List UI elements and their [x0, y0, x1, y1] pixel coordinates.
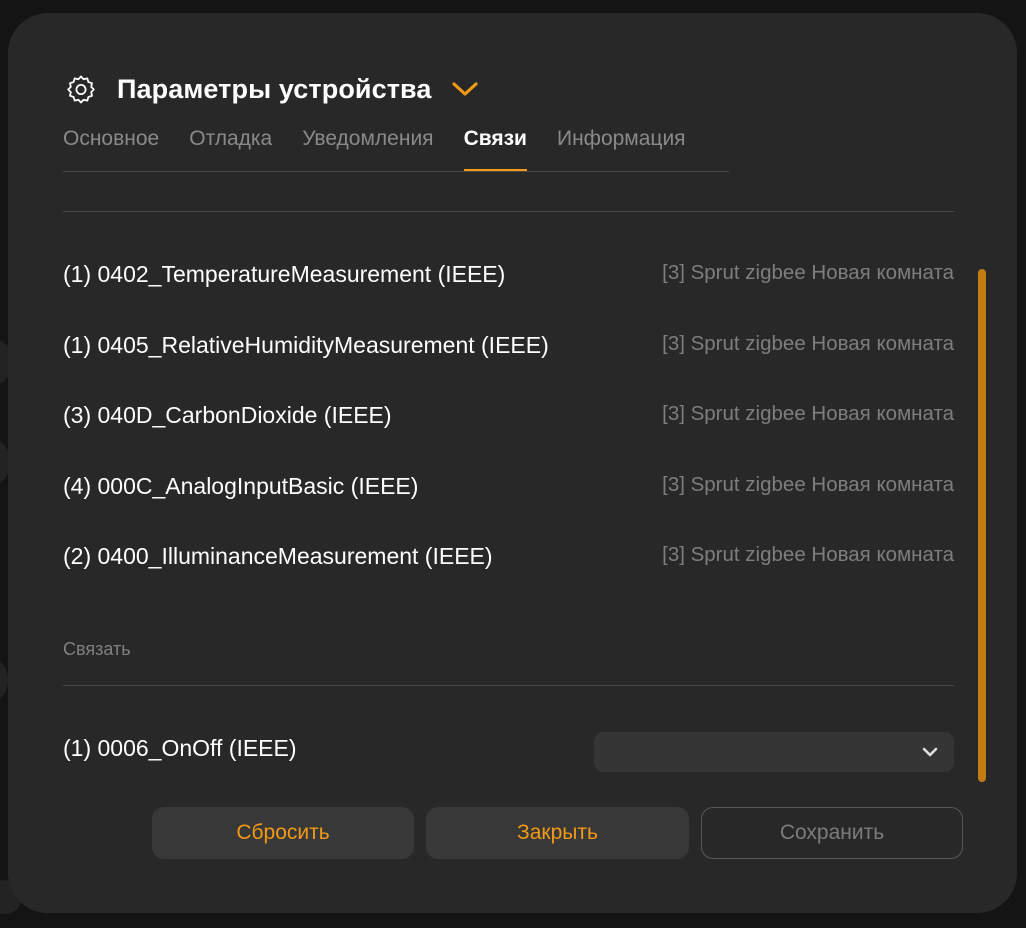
- dialog-header: Параметры устройства: [64, 71, 480, 107]
- bind-section-label: Связать: [63, 639, 131, 659]
- save-button[interactable]: Сохранить: [701, 807, 963, 859]
- list-item: (1) 0402_TemperatureMeasurement (IEEE) […: [63, 253, 954, 324]
- tab-links[interactable]: Связи: [463, 123, 528, 171]
- reset-button[interactable]: Сбросить: [152, 807, 414, 859]
- list-item: (2) 0400_IlluminanceMeasurement (IEEE) […: [63, 535, 954, 606]
- tab-bar: Основное Отладка Уведомления Связи Инфор…: [63, 123, 729, 172]
- link-target: [3] Sprut zigbee Новая комната: [662, 543, 954, 566]
- bind-target-select[interactable]: [594, 732, 954, 772]
- link-target: [3] Sprut zigbee Новая комната: [662, 331, 954, 355]
- tab-main[interactable]: Основное: [63, 123, 159, 170]
- dialog-title: Параметры устройства: [117, 73, 432, 104]
- link-name: (4) 000C_AnalogInputBasic (IEEE): [63, 472, 419, 499]
- link-target: [3] Sprut zigbee Новая комната: [662, 472, 954, 496]
- device-settings-dialog: Параметры устройства Основное Отладка Ув…: [8, 13, 1017, 913]
- bind-cluster-name: (1) 0006_OnOff (IEEE): [63, 735, 297, 761]
- divider: [63, 211, 954, 212]
- link-name: (1) 0405_RelativeHumidityMeasurement (IE…: [63, 331, 549, 358]
- tab-notifications[interactable]: Уведомления: [302, 123, 433, 170]
- chevron-down-icon: [920, 742, 940, 762]
- link-name: (1) 0402_TemperatureMeasurement (IEEE): [63, 261, 506, 287]
- scrollbar[interactable]: [978, 269, 986, 782]
- backdrop-shape: [0, 660, 8, 700]
- list-item: (3) 040D_CarbonDioxide (IEEE) [3] Sprut …: [63, 394, 954, 465]
- tab-info[interactable]: Информация: [557, 123, 686, 170]
- gear-icon: [64, 72, 98, 106]
- link-target: [3] Sprut zigbee Новая комната: [662, 261, 954, 284]
- list-item: (1) 0405_RelativeHumidityMeasurement (IE…: [63, 324, 954, 395]
- tab-debug[interactable]: Отладка: [189, 123, 272, 170]
- links-list: (1) 0402_TemperatureMeasurement (IEEE) […: [63, 253, 954, 606]
- link-name: (3) 040D_CarbonDioxide (IEEE): [63, 402, 392, 428]
- chevron-down-icon[interactable]: [450, 74, 480, 104]
- divider: [63, 685, 954, 686]
- close-button[interactable]: Закрыть: [426, 807, 689, 859]
- link-target: [3] Sprut zigbee Новая комната: [662, 402, 954, 425]
- link-name: (2) 0400_IlluminanceMeasurement (IEEE): [63, 543, 493, 569]
- list-item: (4) 000C_AnalogInputBasic (IEEE) [3] Spr…: [63, 465, 954, 536]
